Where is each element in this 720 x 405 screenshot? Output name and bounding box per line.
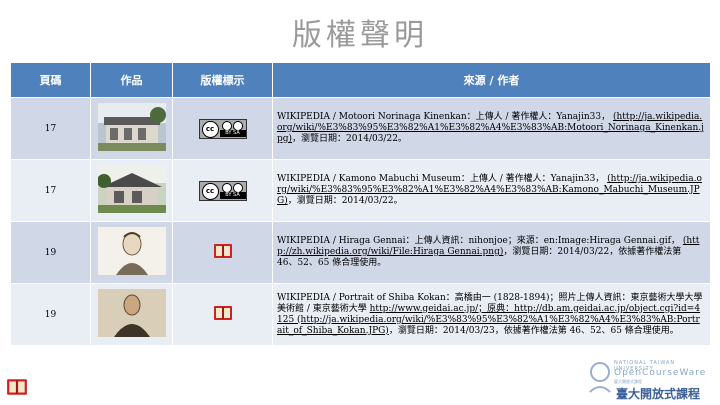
source-date: ，瀏覽日期：2014/03/22。 bbox=[287, 196, 403, 206]
source-cell: WIKIPEDIA / Kamono Mabuchi Museum：上傳人 / … bbox=[272, 159, 711, 222]
portrait-icon bbox=[97, 289, 166, 337]
copyright-table: 頁碼 作品 版權標示 來源 / 作者 17 cc BY SA WIKIPEDIA… bbox=[10, 62, 711, 346]
license-cell: cc BY SA bbox=[172, 159, 273, 222]
table-row: 19 bbox=[10, 221, 711, 284]
license-cell bbox=[172, 221, 273, 284]
ntu-ocw-logo: NATIONAL TAIWAN UNIVERSITY OpenCourseWar… bbox=[586, 358, 716, 402]
public-domain-icon bbox=[213, 304, 233, 325]
source-cell: WIKIPEDIA / Hiraga Gennai：上傳人資訊：nihonjoe… bbox=[272, 221, 711, 284]
work-thumbnail bbox=[90, 283, 173, 346]
source-text: WIKIPEDIA / Kamono Mabuchi Museum：上傳人 / … bbox=[277, 174, 605, 184]
page-number: 19 bbox=[10, 221, 91, 284]
table-header-row: 頁碼 作品 版權標示 來源 / 作者 bbox=[10, 62, 711, 98]
source-cell: WIKIPEDIA / Motoori Norinaga Kinenkan：上傳… bbox=[272, 97, 711, 160]
public-domain-icon bbox=[213, 242, 233, 263]
page-number: 19 bbox=[10, 283, 91, 346]
house-photo-icon bbox=[97, 165, 166, 213]
header-page: 頁碼 bbox=[10, 62, 91, 98]
header-license: 版權標示 bbox=[172, 62, 273, 98]
page-number: 17 bbox=[10, 159, 91, 222]
work-thumbnail bbox=[90, 97, 173, 160]
header-work: 作品 bbox=[90, 62, 173, 98]
source-date: ，瀏覽日期：2014/03/22。 bbox=[292, 134, 407, 144]
license-cell: cc BY SA bbox=[172, 97, 273, 160]
cc-by-sa-icon: cc BY SA bbox=[198, 180, 247, 201]
work-thumbnail bbox=[90, 221, 173, 284]
table-row: 17 cc BY SA WIKIPEDIA / Kamono Mabuchi M… bbox=[10, 159, 711, 222]
footer-public-domain-icon bbox=[6, 377, 28, 401]
cc-by-sa-icon: cc BY SA bbox=[198, 118, 247, 139]
house-photo-icon bbox=[97, 103, 166, 151]
work-thumbnail bbox=[90, 159, 173, 222]
table-row: 19 bbox=[10, 283, 711, 346]
portrait-icon bbox=[97, 227, 166, 275]
page-number: 17 bbox=[10, 97, 91, 160]
logo-ocw: OpenCourseWare bbox=[614, 368, 707, 378]
table-row: 17 cc BY SA WIKIPEDIA / Motoori Norinaga… bbox=[10, 97, 711, 160]
source-cell: WIKIPEDIA / Portrait of Shiba Kokan：高橋由一… bbox=[272, 283, 711, 346]
license-cell bbox=[172, 283, 273, 346]
slide-title: 版權聲明 bbox=[292, 18, 428, 53]
source-date: ，瀏覽日期：2014/03/23，依據著作權法第 46、52、65 條合理使用。 bbox=[388, 325, 679, 336]
source-text: WIKIPEDIA / Motoori Norinaga Kinenkan：上傳… bbox=[277, 112, 611, 122]
header-source: 來源 / 作者 bbox=[272, 62, 711, 98]
source-text: WIKIPEDIA / Hiraga Gennai：上傳人資訊：nihonjoe… bbox=[277, 236, 680, 246]
logo-main-text: 臺大開放式課程 bbox=[616, 387, 701, 401]
